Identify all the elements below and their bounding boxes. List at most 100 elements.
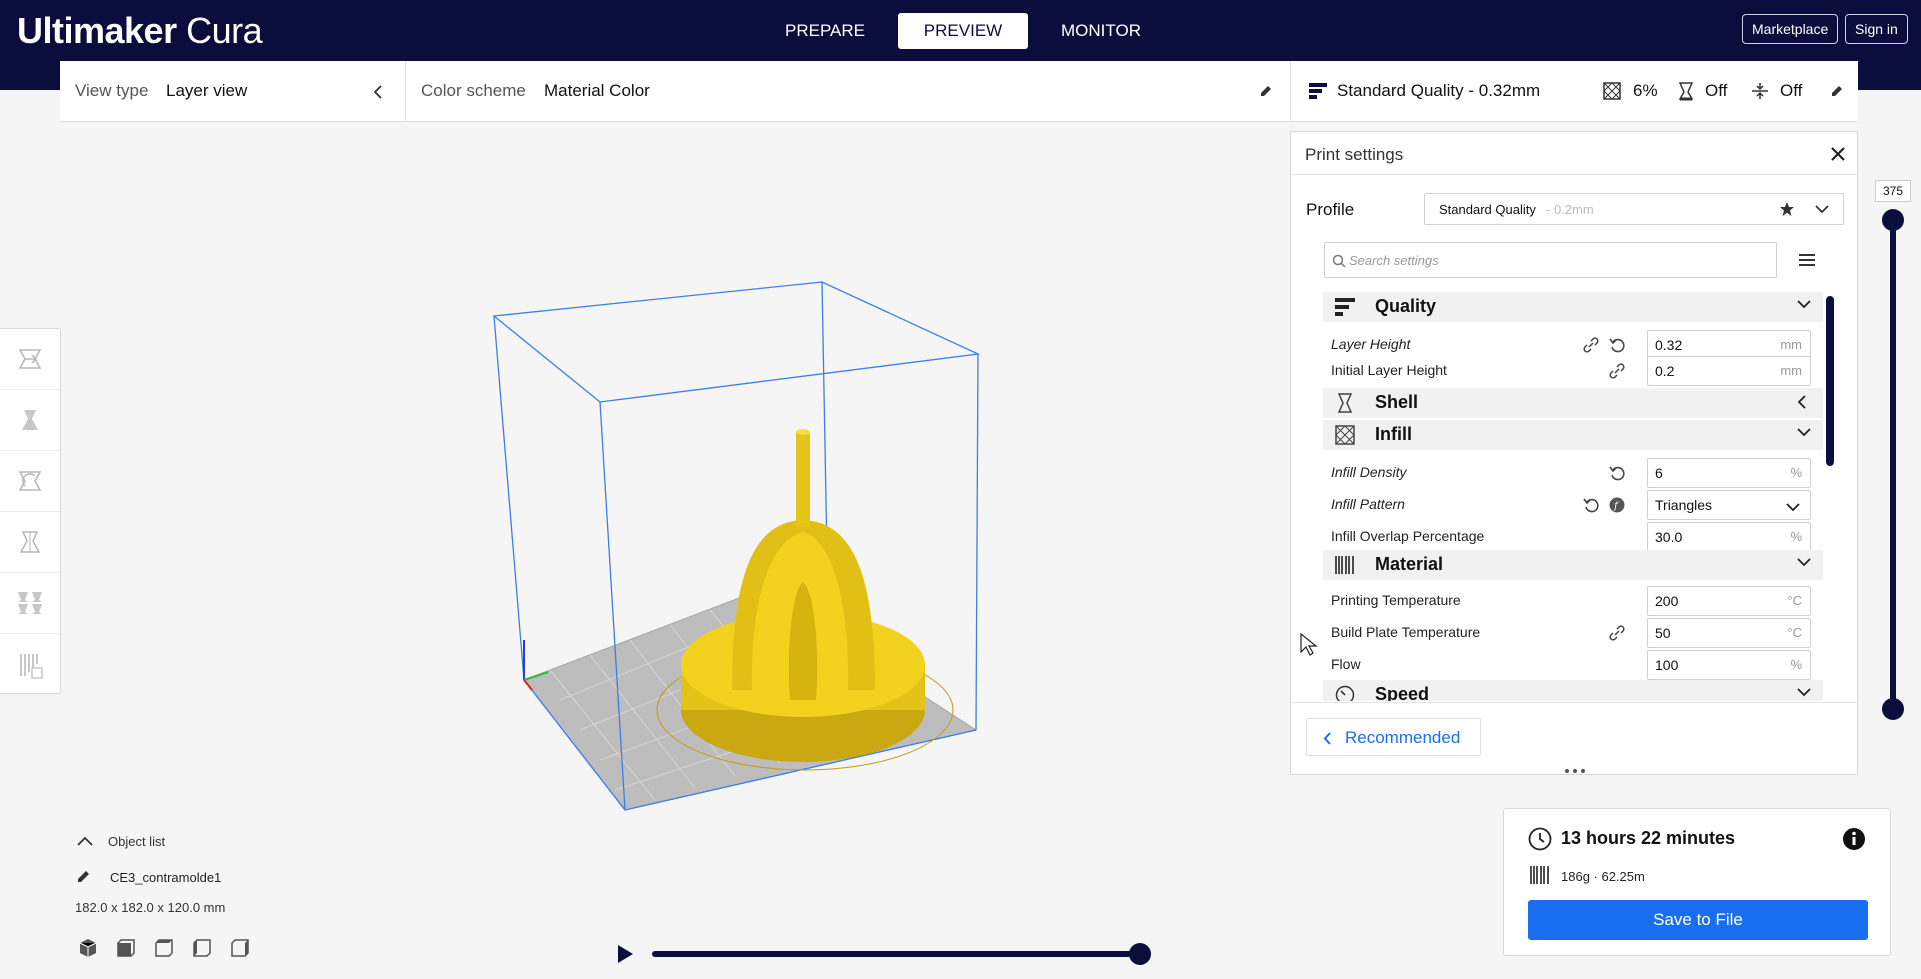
hamburger-menu-icon[interactable] <box>1799 253 1815 267</box>
quality-icon <box>1335 298 1355 316</box>
tool-per-model-settings[interactable] <box>0 573 60 634</box>
sign-in-button[interactable]: Sign in <box>1845 14 1908 44</box>
pencil-icon[interactable] <box>1829 83 1845 99</box>
tab-prepare[interactable]: PREPARE <box>760 13 890 49</box>
simulation-slider-handle[interactable] <box>1129 943 1151 965</box>
per-model-settings-icon <box>18 592 42 614</box>
settings-scrollbar[interactable] <box>1826 296 1834 466</box>
move-icon <box>18 349 42 369</box>
reset-icon[interactable] <box>1583 497 1599 513</box>
save-to-file-button[interactable]: Save to File <box>1528 900 1868 940</box>
tab-preview[interactable]: PREVIEW <box>898 13 1028 49</box>
category-material[interactable]: Material <box>1323 550 1823 580</box>
stage-tabs: PREPARE PREVIEW MONITOR <box>760 13 1166 49</box>
category-speed-clip: Speed <box>1323 680 1823 701</box>
shell-icon <box>1337 393 1353 413</box>
category-quality[interactable]: Quality <box>1323 292 1823 322</box>
category-infill[interactable]: Infill <box>1323 420 1823 450</box>
reset-icon[interactable] <box>1609 465 1625 481</box>
3d-view-icon[interactable] <box>78 938 98 958</box>
quality-icon <box>1309 83 1327 99</box>
resize-handle-icon[interactable] <box>1563 768 1587 774</box>
speed-icon <box>1335 685 1355 701</box>
profile-label: Profile <box>1306 200 1355 219</box>
print-settings-panel: Print settings Profile Standard Quality … <box>1290 131 1858 775</box>
layer-slider-bottom-handle[interactable] <box>1882 698 1904 720</box>
marketplace-button[interactable]: Marketplace <box>1742 14 1839 44</box>
scale-icon <box>22 410 38 430</box>
ultimaker-cura-logo: Ultimaker Cura <box>17 10 263 51</box>
function-icon[interactable]: f <box>1609 497 1625 513</box>
tool-support-blocker[interactable] <box>0 634 60 695</box>
printing-temperature-input[interactable]: 200 °C <box>1647 586 1811 616</box>
star-icon[interactable] <box>1779 201 1795 217</box>
tool-mirror[interactable] <box>0 512 60 573</box>
chevron-up-icon[interactable] <box>77 836 93 847</box>
object-name: CE3_contramolde1 <box>110 870 222 885</box>
layer-slider-track[interactable] <box>1890 220 1896 710</box>
top-view-icon[interactable] <box>154 938 174 958</box>
setting-label: Initial Layer Height <box>1331 362 1447 378</box>
setting-flow: Flow 100 % <box>1329 650 1822 682</box>
setting-build-plate-temperature: Build Plate Temperature 50 °C <box>1329 618 1822 650</box>
print-setup-summary[interactable]: Standard Quality - 0.32mm 6% Off Off <box>1290 61 1858 122</box>
flow-input[interactable]: 100 % <box>1647 650 1811 680</box>
support-icon <box>1678 82 1694 101</box>
info-icon[interactable] <box>1842 827 1866 851</box>
material-icon <box>1335 556 1354 574</box>
category-speed[interactable]: Speed <box>1323 680 1823 701</box>
search-settings-field[interactable]: Search settings <box>1324 242 1777 278</box>
color-scheme-value[interactable]: Material Color <box>544 81 650 101</box>
tool-rotate[interactable] <box>0 451 60 512</box>
infill-overlap-input[interactable]: 30.0 % <box>1647 522 1811 552</box>
link-icon[interactable] <box>1609 625 1625 641</box>
recommended-button[interactable]: Recommended <box>1306 718 1481 756</box>
tab-monitor[interactable]: MONITOR <box>1036 13 1166 49</box>
reset-icon[interactable] <box>1609 337 1625 353</box>
layer-number-box[interactable]: 375 <box>1875 180 1911 202</box>
layer-slider-top-handle[interactable] <box>1882 209 1904 231</box>
category-label: Speed <box>1375 684 1430 701</box>
link-icon[interactable] <box>1583 337 1599 353</box>
front-view-icon[interactable] <box>116 938 136 958</box>
object-list-toggle[interactable]: Object list <box>108 834 165 849</box>
print-settings-title: Print settings <box>1305 145 1404 164</box>
infill-summary: 6% <box>1633 81 1658 100</box>
left-toolbar <box>0 328 61 694</box>
category-label: Quality <box>1375 296 1437 316</box>
material-icon <box>1530 866 1549 884</box>
adhesion-summary: Off <box>1780 81 1803 100</box>
model-contramolde[interactable] <box>656 429 954 771</box>
category-shell[interactable]: Shell <box>1323 388 1823 418</box>
pencil-icon[interactable] <box>76 868 92 884</box>
divider <box>1291 174 1857 175</box>
right-view-icon[interactable] <box>230 938 250 958</box>
link-icon[interactable] <box>1609 363 1625 379</box>
simulation-slider-track[interactable] <box>652 951 1142 957</box>
left-view-icon[interactable] <box>192 938 212 958</box>
infill-density-input[interactable]: 6 % <box>1647 458 1811 488</box>
setting-label: Printing Temperature <box>1331 592 1461 608</box>
category-label: Material <box>1375 554 1444 574</box>
play-icon[interactable] <box>616 944 634 964</box>
category-label: Infill <box>1375 424 1412 444</box>
view-type-selector[interactable]: View type Layer view <box>60 61 406 122</box>
chevron-left-icon <box>373 85 382 99</box>
setting-label: Flow <box>1331 656 1361 672</box>
view-type-value: Layer view <box>166 81 248 100</box>
infill-pattern-select[interactable]: Triangles <box>1647 490 1811 520</box>
initial-layer-height-input[interactable]: 0.2 mm <box>1647 356 1811 386</box>
mirror-icon <box>19 531 41 553</box>
chevron-down-icon <box>1797 300 1811 309</box>
search-placeholder: Search settings <box>1349 253 1439 268</box>
profile-dropdown[interactable]: Standard Quality - 0.2mm <box>1424 193 1844 225</box>
print-time: 13 hours 22 minutes <box>1561 828 1736 848</box>
pencil-icon[interactable] <box>1258 83 1274 99</box>
setting-label: Layer Height <box>1331 336 1411 352</box>
tool-move[interactable] <box>0 329 60 390</box>
tool-scale[interactable] <box>0 390 60 451</box>
build-plate-temperature-input[interactable]: 50 °C <box>1647 618 1811 648</box>
close-icon[interactable] <box>1830 146 1846 162</box>
3d-viewport[interactable] <box>480 270 1000 830</box>
material-estimate: 186g · 62.25m <box>1561 869 1645 884</box>
